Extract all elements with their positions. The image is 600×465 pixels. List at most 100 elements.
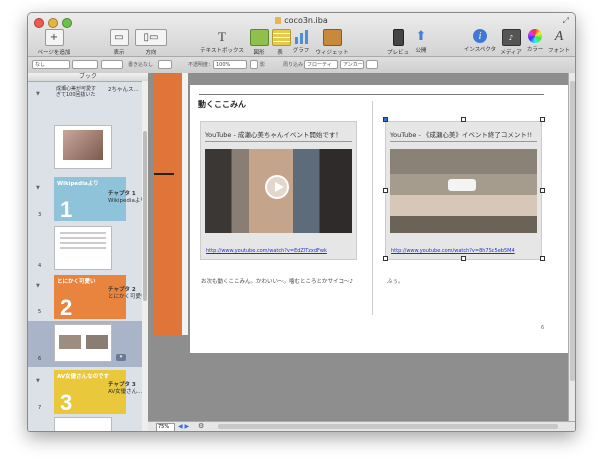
scroll-thumb[interactable] xyxy=(570,81,575,381)
play-triangle-icon xyxy=(275,182,284,192)
table-button[interactable]: 表 xyxy=(272,29,291,56)
page-thumb-1[interactable]: 成瀬心美が可愛すぎて100回抜いた xyxy=(54,84,98,114)
page-gutter xyxy=(182,73,188,335)
chapter-number: 2 xyxy=(60,295,73,319)
scroll-thumb[interactable] xyxy=(143,131,147,301)
page-thumb-2[interactable] xyxy=(54,125,112,169)
previous-page-edge xyxy=(154,73,182,335)
video-thumbnail-image xyxy=(390,149,537,233)
page-index: 7 xyxy=(38,405,42,411)
video-title: YouTube - 成瀬心美ちゃんイベント開始です！ xyxy=(205,131,342,139)
resize-handle[interactable] xyxy=(540,117,545,122)
canvas-vertical-scrollbar[interactable] xyxy=(568,73,575,421)
resize-handle[interactable] xyxy=(540,256,545,261)
video-widget-2[interactable]: YouTube - 《成瀬心美》イベント終了コメント!! http://www.… xyxy=(385,121,542,260)
inspector-button[interactable]: i インスペクタ xyxy=(462,29,498,53)
add-page-icon: + xyxy=(44,29,64,46)
resize-handle[interactable] xyxy=(540,188,545,193)
colors-button[interactable]: カラー xyxy=(524,29,546,53)
video-thumb-image xyxy=(86,335,108,349)
colors-icon xyxy=(528,29,542,43)
page-navigator: ブック ▼ 成瀬心美が可愛すぎて100回抜いた 2ちゃんス... ▼ Wikip… xyxy=(28,73,149,431)
video-thumbnail-image xyxy=(205,149,352,233)
shadow-checkbox[interactable] xyxy=(250,60,258,69)
thumb-text: 成瀬心美が可愛すぎて100回抜いた xyxy=(56,86,97,98)
figure-detail xyxy=(448,179,476,191)
column-divider xyxy=(372,101,373,315)
page-thumb-8[interactable] xyxy=(54,417,112,431)
horizontal-scroll-thumb[interactable] xyxy=(218,424,558,429)
page-index: 6 xyxy=(38,356,42,362)
settings-gear-icon[interactable]: ⚙ xyxy=(198,422,204,430)
spacing-label: 書き込なし xyxy=(128,62,154,68)
page-thumb-6[interactable] xyxy=(54,324,112,362)
page-nav-arrows-icon[interactable]: ◀ ▶ xyxy=(178,423,189,430)
style-select[interactable]: なし xyxy=(32,60,70,69)
page-number: 6 xyxy=(541,325,545,331)
format-bar: なし 書き込なし 不透明度： 100% 影 周り込み フローティ アンカー xyxy=(28,56,575,73)
disclosure-triangle-icon[interactable]: ▼ xyxy=(36,283,40,289)
resize-handle[interactable] xyxy=(461,117,466,122)
shapes-icon xyxy=(250,29,269,46)
fonts-button[interactable]: A フォント xyxy=(546,29,572,55)
add-page-button[interactable]: + ページを追加 xyxy=(34,29,74,56)
video-widget-1[interactable]: YouTube - 成瀬心美ちゃんイベント開始です！ http://www.yo… xyxy=(200,121,357,260)
publish-button[interactable]: ⬆ 公開 xyxy=(412,29,430,54)
page-index: 3 xyxy=(38,212,42,218)
media-button[interactable]: ♪ メディア xyxy=(500,29,522,56)
chapter-label-1: チャプタ 1 Wikipediaより xyxy=(108,191,146,204)
page-thumb-4[interactable] xyxy=(54,226,112,270)
video-caption-1: お次も動くここみん。かわいい〜。噛むところとかサイコ〜♪ xyxy=(201,279,354,285)
video-url-link[interactable]: http://www.youtube.com/watch?v=EdZlTzxdF… xyxy=(206,248,327,254)
chapter-label-2: チャプタ 2 とにかく可愛い xyxy=(108,287,147,300)
disclosure-triangle-icon[interactable]: ▼ xyxy=(36,378,40,384)
resize-handle[interactable] xyxy=(383,188,388,193)
arrange-button[interactable] xyxy=(366,60,378,69)
stroke-select[interactable] xyxy=(72,60,98,69)
view-icon: ▭ xyxy=(109,29,129,46)
view-button[interactable]: ▭ 表示 xyxy=(108,29,130,56)
resize-handle[interactable] xyxy=(383,117,388,122)
sidebar-header: ブック xyxy=(28,73,148,82)
page-menu-icon[interactable]: ▾ xyxy=(116,354,126,361)
fullscreen-icon[interactable]: ⤢ xyxy=(563,16,569,26)
page-heading: 動くここみん xyxy=(198,100,246,109)
table-icon xyxy=(272,29,291,46)
chapter-thumb-title: とにかく可愛い xyxy=(57,279,96,285)
resize-handle[interactable] xyxy=(383,256,388,261)
widget-button[interactable]: ウィジェット xyxy=(314,29,350,56)
play-button-icon[interactable] xyxy=(265,175,289,199)
video-caption-2: ふぅ。 xyxy=(387,279,404,285)
shapes-button[interactable]: 図形 xyxy=(250,29,269,56)
disclosure-triangle-icon[interactable]: ▼ xyxy=(36,185,40,191)
photo-image xyxy=(63,130,103,160)
shadow-label: 影 xyxy=(260,62,266,68)
preview-icon xyxy=(392,29,404,46)
title-bar: coco3n.iba ⤢ + ページを追加 ▭ 表示 ▯▭ 方向 T テキストボ… xyxy=(28,13,575,74)
orientation-icon: ▯▭ xyxy=(135,29,167,46)
width-select[interactable] xyxy=(101,60,123,69)
chapter-label-3: チャプタ 3 AV女優さん... xyxy=(108,382,143,395)
opacity-field[interactable]: 100% xyxy=(213,60,247,69)
video-title: YouTube - 《成瀬心美》イベント終了コメント!! xyxy=(390,131,533,139)
opacity-label: 不透明度： xyxy=(188,62,214,68)
zoom-select[interactable]: 75% xyxy=(156,423,175,431)
color-well[interactable] xyxy=(158,60,172,69)
disclosure-triangle-icon[interactable]: ▼ xyxy=(36,91,40,97)
textbox-button[interactable]: T テキストボックス xyxy=(200,28,244,55)
video-title-rule xyxy=(205,141,352,142)
orientation-button[interactable]: ▯▭ 方向 xyxy=(134,29,168,56)
anchor-select[interactable]: アンカー xyxy=(340,60,364,69)
window-title: coco3n.iba xyxy=(28,16,575,25)
canvas-bottom-bar: 75% ◀ ▶ ⚙ xyxy=(148,421,575,431)
textbox-icon: T xyxy=(218,28,226,44)
chart-icon xyxy=(293,29,310,44)
video-url-link[interactable]: http://www.youtube.com/watch?v=8h7Sc5eb5… xyxy=(391,248,515,254)
chapter-thumb-title: AV女優さんなのです xyxy=(57,374,110,380)
header-rule xyxy=(199,94,544,95)
float-select[interactable]: フローティ xyxy=(304,60,338,69)
chart-button[interactable]: グラフ xyxy=(290,29,312,54)
inspector-icon: i xyxy=(473,29,487,43)
resize-handle[interactable] xyxy=(461,256,466,261)
widget-icon xyxy=(322,29,342,46)
